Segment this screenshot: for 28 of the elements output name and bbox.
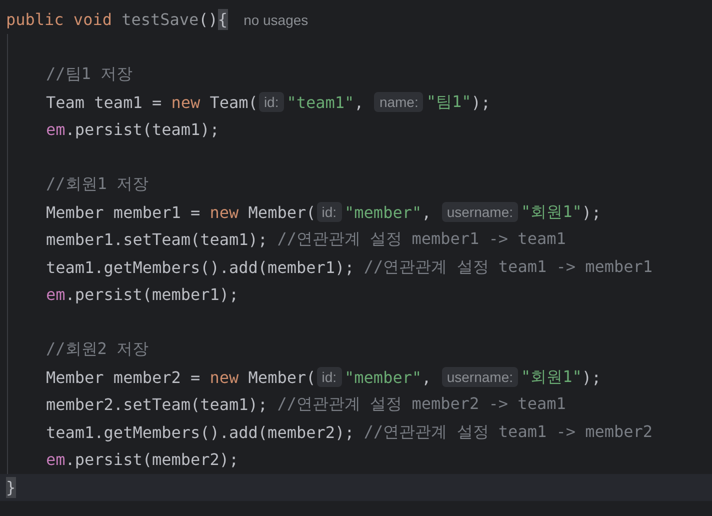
code-text: "팀1");: [426, 92, 491, 113]
code-text: Team team1 = new Team(: [46, 92, 258, 112]
parameter-hint: name:: [374, 92, 424, 112]
code-text: "team1",: [286, 92, 365, 112]
code-text: //팀1 저장: [46, 64, 133, 86]
code-text: //회원2 저장: [46, 339, 149, 360]
code-text: member2.setTeam(team1); //연관관계 설정 member2 -> team1: [46, 394, 566, 416]
parameter-hint: id:: [258, 92, 284, 112]
parameter-hint: id:: [316, 202, 342, 222]
code-text: em.persist(team1);: [46, 120, 220, 140]
parameter-hint: username:: [442, 367, 518, 388]
code-text: team1.getMembers().add(member1); //연관관계 설정 team1 -> member1: [46, 256, 653, 278]
code-text: public void testSave(){: [6, 9, 228, 30]
code-text: em.persist(member2);: [46, 450, 239, 470]
parameter-hint: username:: [442, 202, 518, 222]
parameter-hint: id:: [316, 367, 342, 388]
code-text: Member member1 = new Member(: [46, 202, 316, 222]
code-text: team1.getMembers().add(member2); //연관관계 설정 team1 -> member2: [46, 422, 653, 443]
usages-hint[interactable]: no usages: [244, 12, 308, 28]
code-text: em.persist(member1);: [46, 285, 239, 304]
code-text: member1.setTeam(team1); //연관관계 설정 member1 -> team1: [46, 229, 566, 250]
code-text: Member member2 = new Member(: [46, 368, 316, 387]
code-text: "회원1");: [521, 202, 602, 223]
code-text: "member",: [344, 202, 432, 222]
code-text: "member",: [344, 368, 432, 387]
code-text: //회원1 저장: [46, 174, 149, 196]
code-text: }: [6, 476, 16, 498]
code-text: "회원1");: [521, 366, 602, 388]
